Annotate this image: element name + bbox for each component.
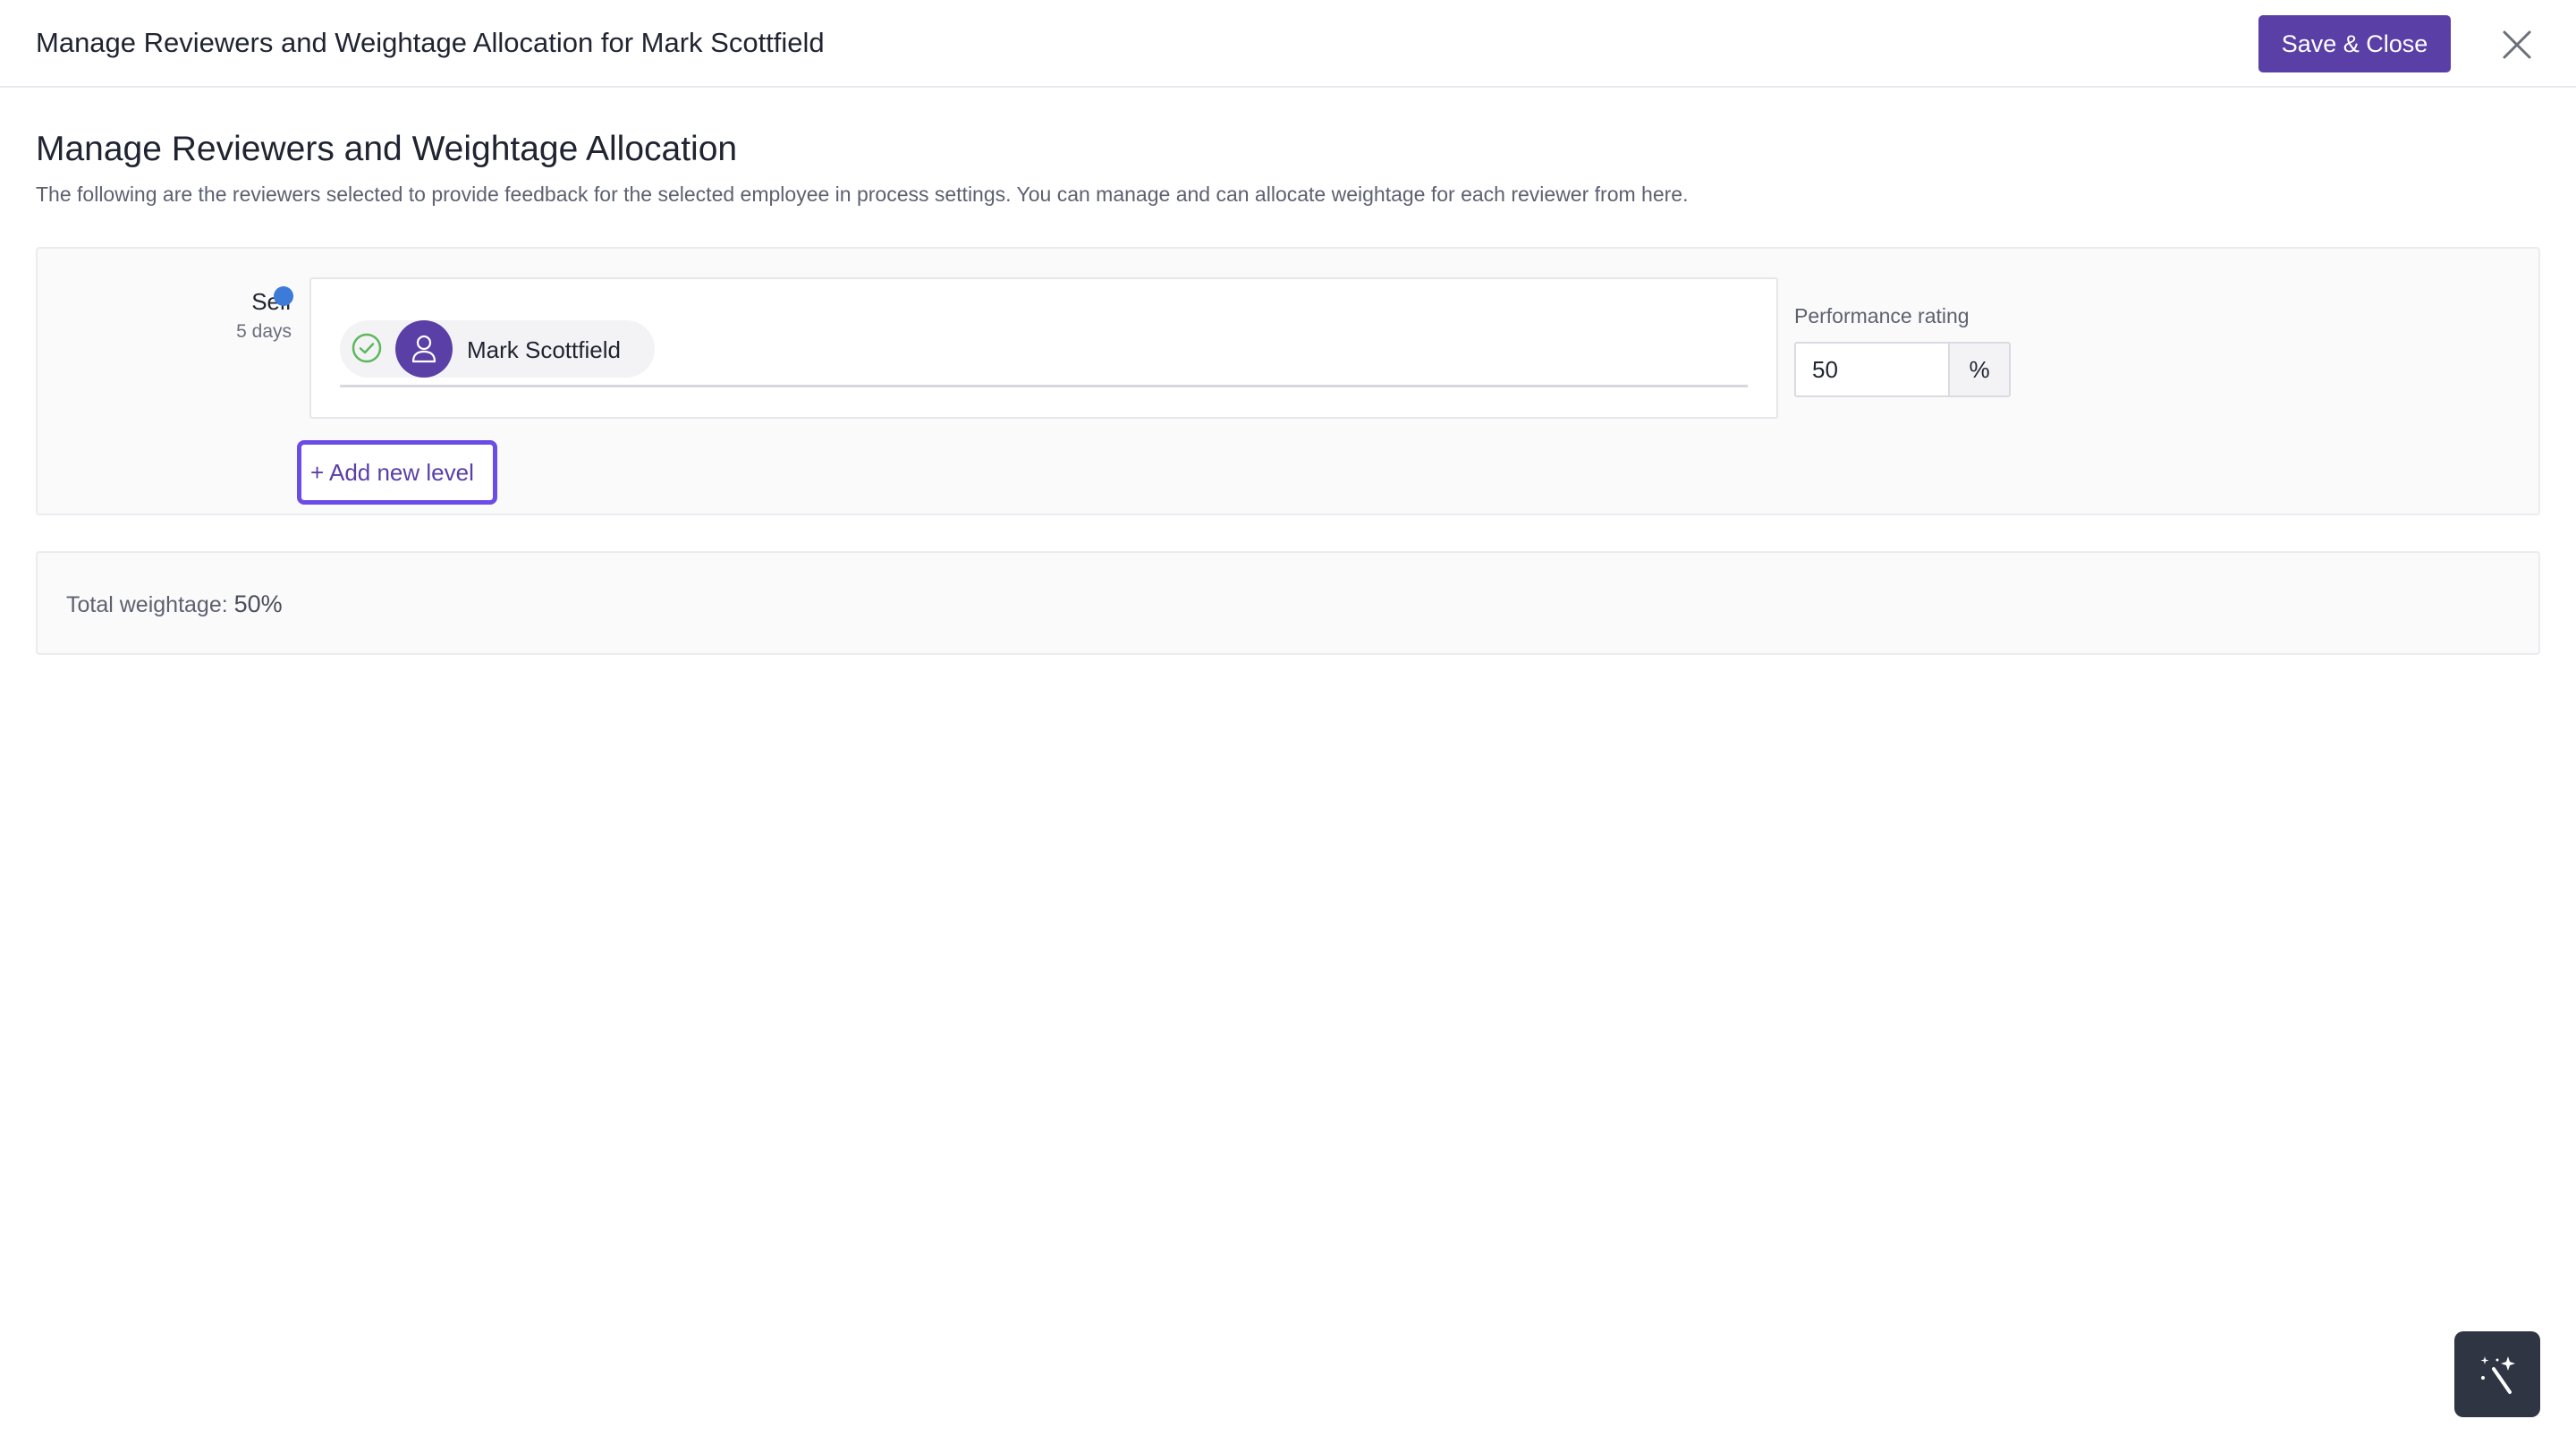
total-weightage-card: Total weightage: 50% bbox=[36, 551, 2540, 655]
performance-rating-input[interactable] bbox=[1794, 342, 1948, 397]
modal-title: Manage Reviewers and Weightage Allocatio… bbox=[36, 27, 825, 58]
check-circle-icon bbox=[351, 332, 383, 364]
close-icon[interactable] bbox=[2499, 27, 2535, 63]
reviewer-level-card: Self 5 days Mark Scottfield Performance … bbox=[36, 247, 2540, 515]
performance-rating-label: Performance rating bbox=[1794, 304, 1970, 327]
level-duration: 5 days bbox=[236, 321, 292, 342]
page-description: The following are the reviewers selected… bbox=[36, 183, 1689, 206]
avatar bbox=[395, 320, 453, 378]
level-status-dot bbox=[274, 286, 293, 306]
magic-wand-icon[interactable] bbox=[2454, 1331, 2540, 1417]
save-close-button[interactable]: Save & Close bbox=[2258, 15, 2451, 72]
reviewer-chip[interactable]: Mark Scottfield bbox=[340, 320, 655, 378]
total-weightage-label: Total weightage: bbox=[66, 592, 228, 617]
modal-header: Manage Reviewers and Weightage Allocatio… bbox=[0, 0, 2576, 88]
reviewers-field[interactable]: Mark Scottfield bbox=[309, 277, 1778, 419]
reviewer-name: Mark Scottfield bbox=[467, 336, 621, 363]
add-new-level-button[interactable]: + Add new level bbox=[297, 440, 497, 505]
reviewer-field-underline bbox=[340, 385, 1748, 387]
page-heading: Manage Reviewers and Weightage Allocatio… bbox=[36, 130, 738, 168]
user-icon bbox=[411, 335, 436, 363]
total-weightage: Total weightage: 50% bbox=[66, 591, 283, 618]
percent-suffix: % bbox=[1948, 342, 2011, 397]
total-weightage-value: 50% bbox=[233, 591, 283, 617]
